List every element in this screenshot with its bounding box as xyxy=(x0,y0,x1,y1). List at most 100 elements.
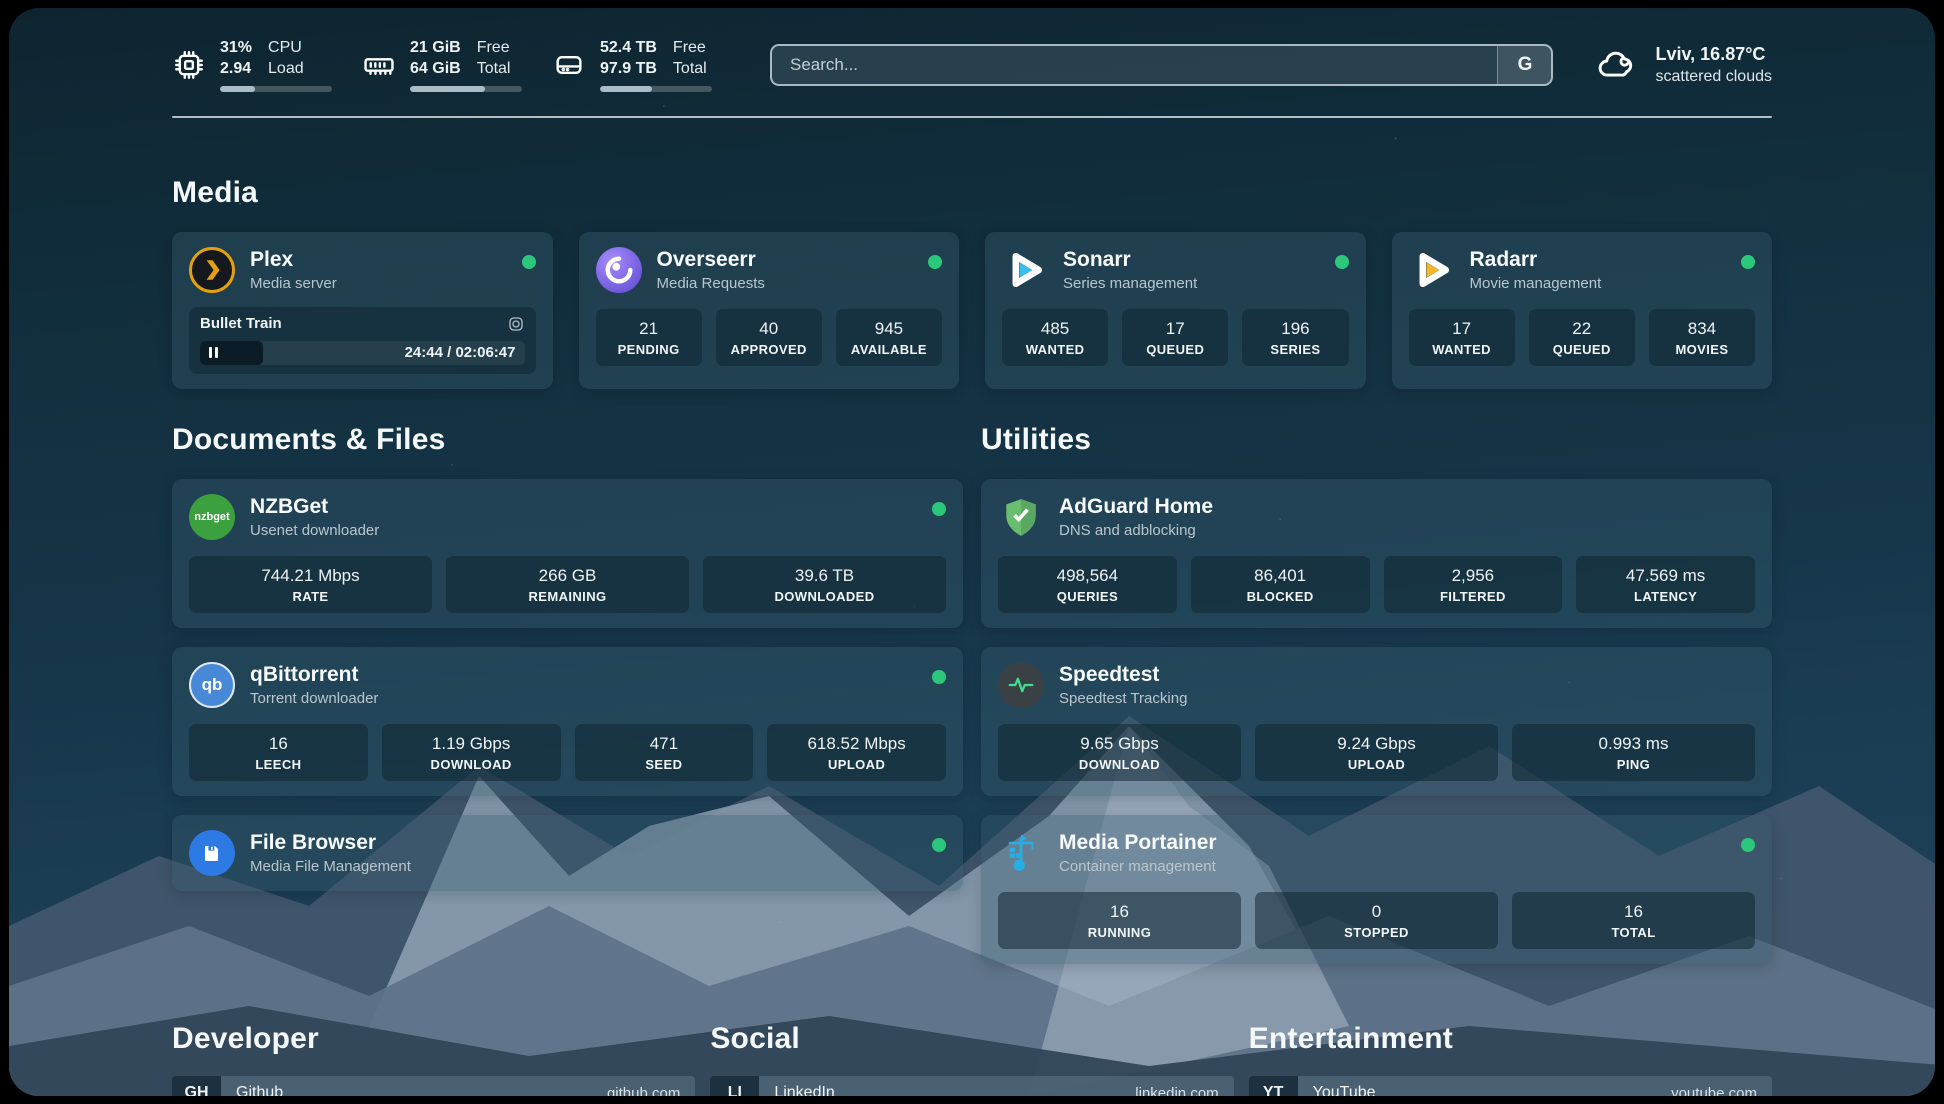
status-online-dot xyxy=(932,838,946,852)
service-subtitle: Media File Management xyxy=(250,858,917,875)
stat-wanted: 485 WANTED xyxy=(1002,309,1108,366)
cpu-progress-bar xyxy=(220,86,332,92)
service-subtitle: Media server xyxy=(250,275,507,292)
service-subtitle: Torrent downloader xyxy=(250,690,917,707)
plex-now-playing-panel: Bullet Train 24:44 / 02:06:47 xyxy=(189,307,536,374)
service-card-sonarr[interactable]: Sonarr Series management 485 WANTED 17 Q… xyxy=(985,232,1366,389)
service-subtitle: Container management xyxy=(1059,858,1726,875)
stat-downloaded: 39.6 TB DOWNLOADED xyxy=(703,556,946,613)
pause-icon[interactable] xyxy=(209,347,218,358)
playback-time: 24:44 / 02:06:47 xyxy=(405,344,516,361)
section-title-social: Social xyxy=(710,1022,1233,1056)
bookmark-url: linkedin.com xyxy=(1135,1085,1218,1096)
speedtest-pulse-icon xyxy=(998,662,1044,708)
session-info-icon[interactable] xyxy=(507,315,525,333)
status-online-dot xyxy=(932,502,946,516)
stat-download: 9.65 Gbps DOWNLOAD xyxy=(998,724,1241,781)
stat-stopped: 0 STOPPED xyxy=(1255,892,1498,949)
cpu-widget: 31% 2.94 CPU Load xyxy=(172,38,332,92)
nzbget-icon: nzbget xyxy=(189,494,235,540)
cpu-load-label: Load xyxy=(268,59,304,80)
service-card-qbittorrent[interactable]: qb qBittorrent Torrent downloader 16 xyxy=(172,647,963,796)
bookmark-youtube[interactable]: YT YouTube youtube.com xyxy=(1249,1076,1772,1096)
service-card-nzbget[interactable]: nzbget NZBGet Usenet downloader 744.21 M… xyxy=(172,479,963,628)
status-online-dot xyxy=(1741,838,1755,852)
search-engine-button[interactable]: G xyxy=(1497,46,1551,84)
service-card-filebrowser[interactable]: File Browser Media File Management xyxy=(172,815,963,891)
cpu-chip-icon xyxy=(172,48,206,82)
bookmark-url: youtube.com xyxy=(1671,1085,1757,1096)
stat-running: 16 RUNNING xyxy=(998,892,1241,949)
service-name: Overseerr xyxy=(657,247,914,272)
disk-total-label: Total xyxy=(673,59,707,80)
disk-free-value: 52.4 TB xyxy=(600,38,657,59)
cpu-values: 31% 2.94 xyxy=(220,38,252,80)
service-card-adguard[interactable]: AdGuard Home DNS and adblocking 498,564 … xyxy=(981,479,1772,628)
status-online-dot xyxy=(522,255,536,269)
disk-widget: 52.4 TB 97.9 TB Free Total xyxy=(552,38,712,92)
service-card-overseerr[interactable]: Overseerr Media Requests 21 PENDING 40 A… xyxy=(579,232,960,389)
status-online-dot xyxy=(928,255,942,269)
service-name: NZBGet xyxy=(250,494,917,519)
cpu-usage-value: 31% xyxy=(220,38,252,59)
service-subtitle: DNS and adblocking xyxy=(1059,522,1755,539)
bookmark-linkedin[interactable]: LI LinkedIn linkedin.com xyxy=(710,1076,1233,1096)
search-bar[interactable]: G xyxy=(770,44,1553,86)
stat-pending: 21 PENDING xyxy=(596,309,702,366)
plex-icon xyxy=(189,247,235,293)
dashboard-screen: 31% 2.94 CPU Load xyxy=(9,8,1935,1096)
cloud-icon xyxy=(1595,43,1639,87)
status-online-dot xyxy=(932,670,946,684)
radarr-icon xyxy=(1409,247,1455,293)
stat-approved: 40 APPROVED xyxy=(716,309,822,366)
section-title-utilities: Utilities xyxy=(981,423,1772,457)
service-subtitle: Movie management xyxy=(1470,275,1727,292)
service-subtitle: Usenet downloader xyxy=(250,522,917,539)
cpu-label: CPU xyxy=(268,38,304,59)
portainer-crane-icon xyxy=(998,830,1044,876)
section-title-media: Media xyxy=(172,176,1772,210)
service-card-portainer[interactable]: Media Portainer Container management 16 … xyxy=(981,815,1772,964)
service-card-plex[interactable]: Plex Media server Bullet Train xyxy=(172,232,553,389)
ram-icon xyxy=(362,48,396,82)
top-bar: 31% 2.94 CPU Load xyxy=(172,8,1772,92)
bookmark-name: YouTube xyxy=(1313,1084,1376,1096)
section-utilities: Utilities xyxy=(981,423,1772,964)
disk-values: 52.4 TB 97.9 TB xyxy=(600,38,657,80)
ram-free-value: 21 GiB xyxy=(410,38,461,59)
stat-queries: 498,564 QUERIES xyxy=(998,556,1177,613)
status-online-dot xyxy=(1741,255,1755,269)
bookmark-github[interactable]: GH Github github.com xyxy=(172,1076,695,1096)
bookmark-abbr: YT xyxy=(1249,1076,1298,1096)
service-card-radarr[interactable]: Radarr Movie management 17 WANTED 22 QUE… xyxy=(1392,232,1773,389)
section-developer: Developer GH Github github.com SO StackO… xyxy=(172,1022,695,1096)
qbittorrent-icon: qb xyxy=(189,662,235,708)
stat-upload: 618.52 Mbps UPLOAD xyxy=(767,724,946,781)
section-media: Media Plex Media server xyxy=(172,176,1772,389)
stat-filtered: 2,956 FILTERED xyxy=(1384,556,1563,613)
cpu-labels: CPU Load xyxy=(268,38,304,80)
service-subtitle: Speedtest Tracking xyxy=(1059,690,1755,707)
stat-download: 1.19 Gbps DOWNLOAD xyxy=(382,724,561,781)
service-name: Plex xyxy=(250,247,507,272)
now-playing-title: Bullet Train xyxy=(200,315,282,332)
bookmark-url: github.com xyxy=(607,1085,680,1096)
disk-labels: Free Total xyxy=(673,38,707,80)
disk-drive-icon xyxy=(552,48,586,82)
stat-rate: 744.21 Mbps RATE xyxy=(189,556,432,613)
service-card-speedtest[interactable]: Speedtest Speedtest Tracking 9.65 Gbps D… xyxy=(981,647,1772,796)
stat-wanted: 17 WANTED xyxy=(1409,309,1515,366)
bookmark-name: Github xyxy=(236,1084,283,1096)
sonarr-icon xyxy=(1002,247,1048,293)
stat-latency: 47.569 ms LATENCY xyxy=(1576,556,1755,613)
search-input[interactable] xyxy=(772,46,1497,84)
stat-seed: 471 SEED xyxy=(575,724,754,781)
overseerr-icon xyxy=(596,247,642,293)
section-title-entertainment: Entertainment xyxy=(1249,1022,1772,1056)
service-name: Speedtest xyxy=(1059,662,1755,687)
playback-progress-bar[interactable]: 24:44 / 02:06:47 xyxy=(200,341,525,365)
section-social: Social LI LinkedIn linkedin.com TW Twitt… xyxy=(710,1022,1233,1096)
status-online-dot xyxy=(1335,255,1349,269)
bookmark-abbr: GH xyxy=(172,1076,221,1096)
cpu-load-value: 2.94 xyxy=(220,59,252,80)
